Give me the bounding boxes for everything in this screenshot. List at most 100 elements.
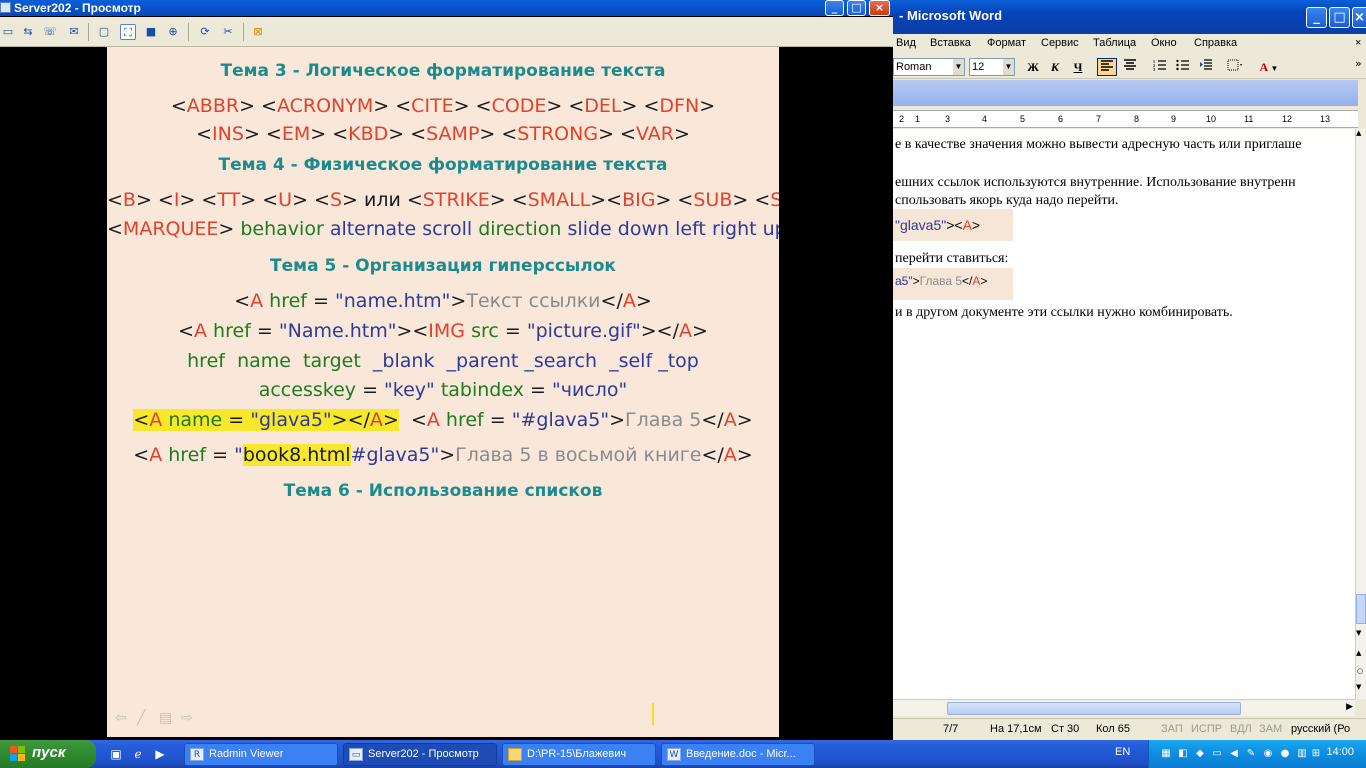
show-desktop-icon[interactable]: ▣ — [108, 746, 124, 762]
ruler-mark: 7 — [1096, 114, 1102, 124]
fullscreen-icon[interactable]: ⛶ — [120, 24, 136, 40]
prev-slide-icon[interactable]: ⇦ — [115, 710, 127, 726]
status-ext[interactable]: ВДЛ — [1230, 723, 1252, 735]
prev-page-icon[interactable]: ▲ — [1356, 649, 1366, 661]
menu-view[interactable]: Вид — [896, 37, 916, 49]
scroll-up-icon[interactable]: ▲ — [1356, 129, 1366, 137]
topic6-heading: Тема 6 - Использование списков — [283, 481, 603, 501]
slide-nav-controls: ⇦ ╱ ▤ ⇨ — [115, 710, 205, 728]
word-window-title: - Microsoft Word — [899, 8, 1003, 23]
menu-tools[interactable]: Сервис — [1041, 37, 1079, 49]
align-center-icon — [1124, 59, 1136, 70]
physical-tags-line: <B> <I> <TT> <U> <S> или <STRIKE> <SMALL… — [107, 189, 779, 211]
underline-button[interactable]: Ч — [1068, 58, 1088, 76]
tray-app-icon[interactable]: ▥ — [1295, 747, 1309, 761]
display-icon[interactable]: ▭ — [1210, 747, 1224, 761]
maximize-button[interactable]: □ — [847, 0, 866, 16]
topic3-heading: Тема 3 - Логическое форматирование текст… — [220, 61, 666, 81]
close-connection-icon[interactable]: ⊠ — [250, 24, 266, 40]
task-server202[interactable]: ▭ Server202 - Просмотр — [343, 743, 497, 766]
tray-app-icon[interactable]: ✎ — [1244, 747, 1258, 761]
decrease-indent-button[interactable] — [1196, 58, 1216, 76]
minimize-button[interactable]: _ — [1306, 7, 1327, 28]
file-transfer-icon[interactable]: ⇆ — [20, 24, 36, 40]
ruler-mark: 11 — [1244, 114, 1254, 124]
scroll-down-icon[interactable]: ▼ — [1356, 629, 1366, 641]
link-attributes-line: href name target _blank _parent _search … — [187, 350, 699, 372]
settings-tools-icon[interactable]: ✂ — [220, 24, 236, 40]
close-doc-icon[interactable]: × — [1355, 37, 1361, 49]
bulleted-list-icon — [1176, 59, 1189, 71]
view-mode-icon[interactable]: ▭ — [0, 24, 16, 40]
borders-button[interactable] — [1225, 58, 1245, 76]
shield-icon[interactable]: ◆ — [1193, 747, 1207, 761]
scroll-thumb[interactable] — [947, 702, 1241, 715]
menu-help[interactable]: Справка — [1194, 37, 1237, 49]
align-center-button[interactable] — [1120, 58, 1140, 76]
word-task-pane-strip — [893, 80, 1358, 106]
normal-view-icon[interactable]: ■ — [143, 24, 159, 40]
next-page-icon[interactable]: ▼ — [1356, 683, 1366, 695]
pen-icon[interactable]: ╱ — [137, 710, 145, 726]
numbered-list-button[interactable]: 123 — [1150, 58, 1170, 76]
toolbar-options-icon[interactable]: » — [1355, 57, 1362, 70]
system-tray: ▦ ◧ ◆ ▭ ◀ ✎ ◉ ● ▥ ⊞ 14:00 — [1148, 740, 1366, 768]
menu-table[interactable]: Таблица — [1093, 37, 1136, 49]
radmin-tray-icon[interactable]: ◉ — [1261, 747, 1275, 761]
text-chat-icon[interactable]: ✉ — [66, 24, 82, 40]
link-line-2: <A href = "Name.htm"><IMG src = "picture… — [178, 320, 708, 342]
align-left-button[interactable] — [1097, 58, 1117, 76]
word-document-area[interactable]: е в качестве значения можно вывести адре… — [893, 129, 1355, 699]
horizontal-scrollbar[interactable]: ▶ — [893, 699, 1355, 716]
menu-window[interactable]: Окно — [1151, 37, 1177, 49]
bulleted-list-button[interactable] — [1173, 58, 1193, 76]
bold-button[interactable]: Ж — [1023, 58, 1043, 76]
font-color-button[interactable]: A ▼ — [1259, 58, 1279, 76]
viewer-title-bar[interactable]: Server202 - Просмотр _ □ × — [0, 0, 893, 16]
start-button[interactable]: пуск — [0, 740, 96, 768]
taskbar: пуск ▣ ℯ ▶ R Radmin Viewer ▭ Server202 - П… — [0, 740, 1366, 768]
highlighted-filename: book8.html — [242, 444, 351, 466]
start-label: пуск — [32, 744, 66, 761]
stretch-icon[interactable]: ⊕ — [165, 24, 181, 40]
close-button[interactable]: × — [869, 0, 890, 16]
font-size-select[interactable]: 12 ▼ — [969, 58, 1015, 76]
clock[interactable]: 14:00 — [1326, 746, 1354, 758]
task-word-document[interactable]: W Введение.doc - Micr... — [661, 743, 815, 766]
internet-explorer-icon[interactable]: ℯ — [130, 746, 146, 762]
browse-object-icon[interactable]: ○ — [1357, 667, 1366, 679]
maximize-button[interactable]: □ — [1329, 7, 1350, 28]
slide-menu-icon[interactable]: ▤ — [159, 710, 172, 726]
scroll-right-icon[interactable]: ▶ — [1346, 702, 1353, 712]
menu-format[interactable]: Формат — [987, 37, 1026, 49]
status-ovr[interactable]: ЗАМ — [1259, 723, 1282, 735]
desktop: - Microsoft Word _ □ × Вид Вставка Форма… — [0, 0, 1366, 768]
menu-insert[interactable]: Вставка — [930, 37, 971, 49]
vertical-scrollbar[interactable]: ▲ ▼ ▲ ○ ▼ — [1355, 129, 1366, 699]
next-slide-icon[interactable]: ⇨ — [181, 710, 193, 726]
window-mode-icon[interactable]: ▢ — [96, 24, 112, 40]
minimize-button[interactable]: _ — [825, 0, 844, 16]
tray-app-icon[interactable]: ◧ — [1176, 747, 1190, 761]
network-icon[interactable]: ▦ — [1159, 747, 1173, 761]
scroll-thumb[interactable] — [1356, 594, 1366, 624]
word-title-bar[interactable]: - Microsoft Word _ □ × — [893, 0, 1366, 34]
task-radmin-viewer[interactable]: R Radmin Viewer — [184, 743, 338, 766]
numbered-list-icon: 123 — [1153, 59, 1166, 72]
status-trk[interactable]: ИСПР — [1191, 723, 1222, 735]
ruler-mark: 9 — [1171, 114, 1177, 124]
media-player-icon[interactable]: ▶ — [152, 746, 168, 762]
status-rec[interactable]: ЗАП — [1161, 723, 1183, 735]
logical-tags-line-2: <INS> <EM> <KBD> <SAMP> <STRONG> <VAR> — [196, 123, 690, 145]
refresh-icon[interactable]: ⟳ — [197, 24, 213, 40]
voice-chat-icon[interactable]: ☏ — [42, 24, 58, 40]
record-icon[interactable]: ● — [1278, 747, 1292, 761]
font-name-select[interactable]: Roman ▼ — [893, 58, 965, 76]
word-icon: W — [667, 748, 681, 761]
close-button[interactable]: × — [1352, 7, 1366, 28]
tray-app-icon[interactable]: ⊞ — [1309, 747, 1323, 761]
volume-icon[interactable]: ◀ — [1227, 747, 1241, 761]
language-indicator[interactable]: EN — [1115, 746, 1130, 758]
italic-button[interactable]: К — [1045, 58, 1065, 76]
task-folder[interactable]: D:\PR-15\Блажевич — [502, 743, 656, 766]
